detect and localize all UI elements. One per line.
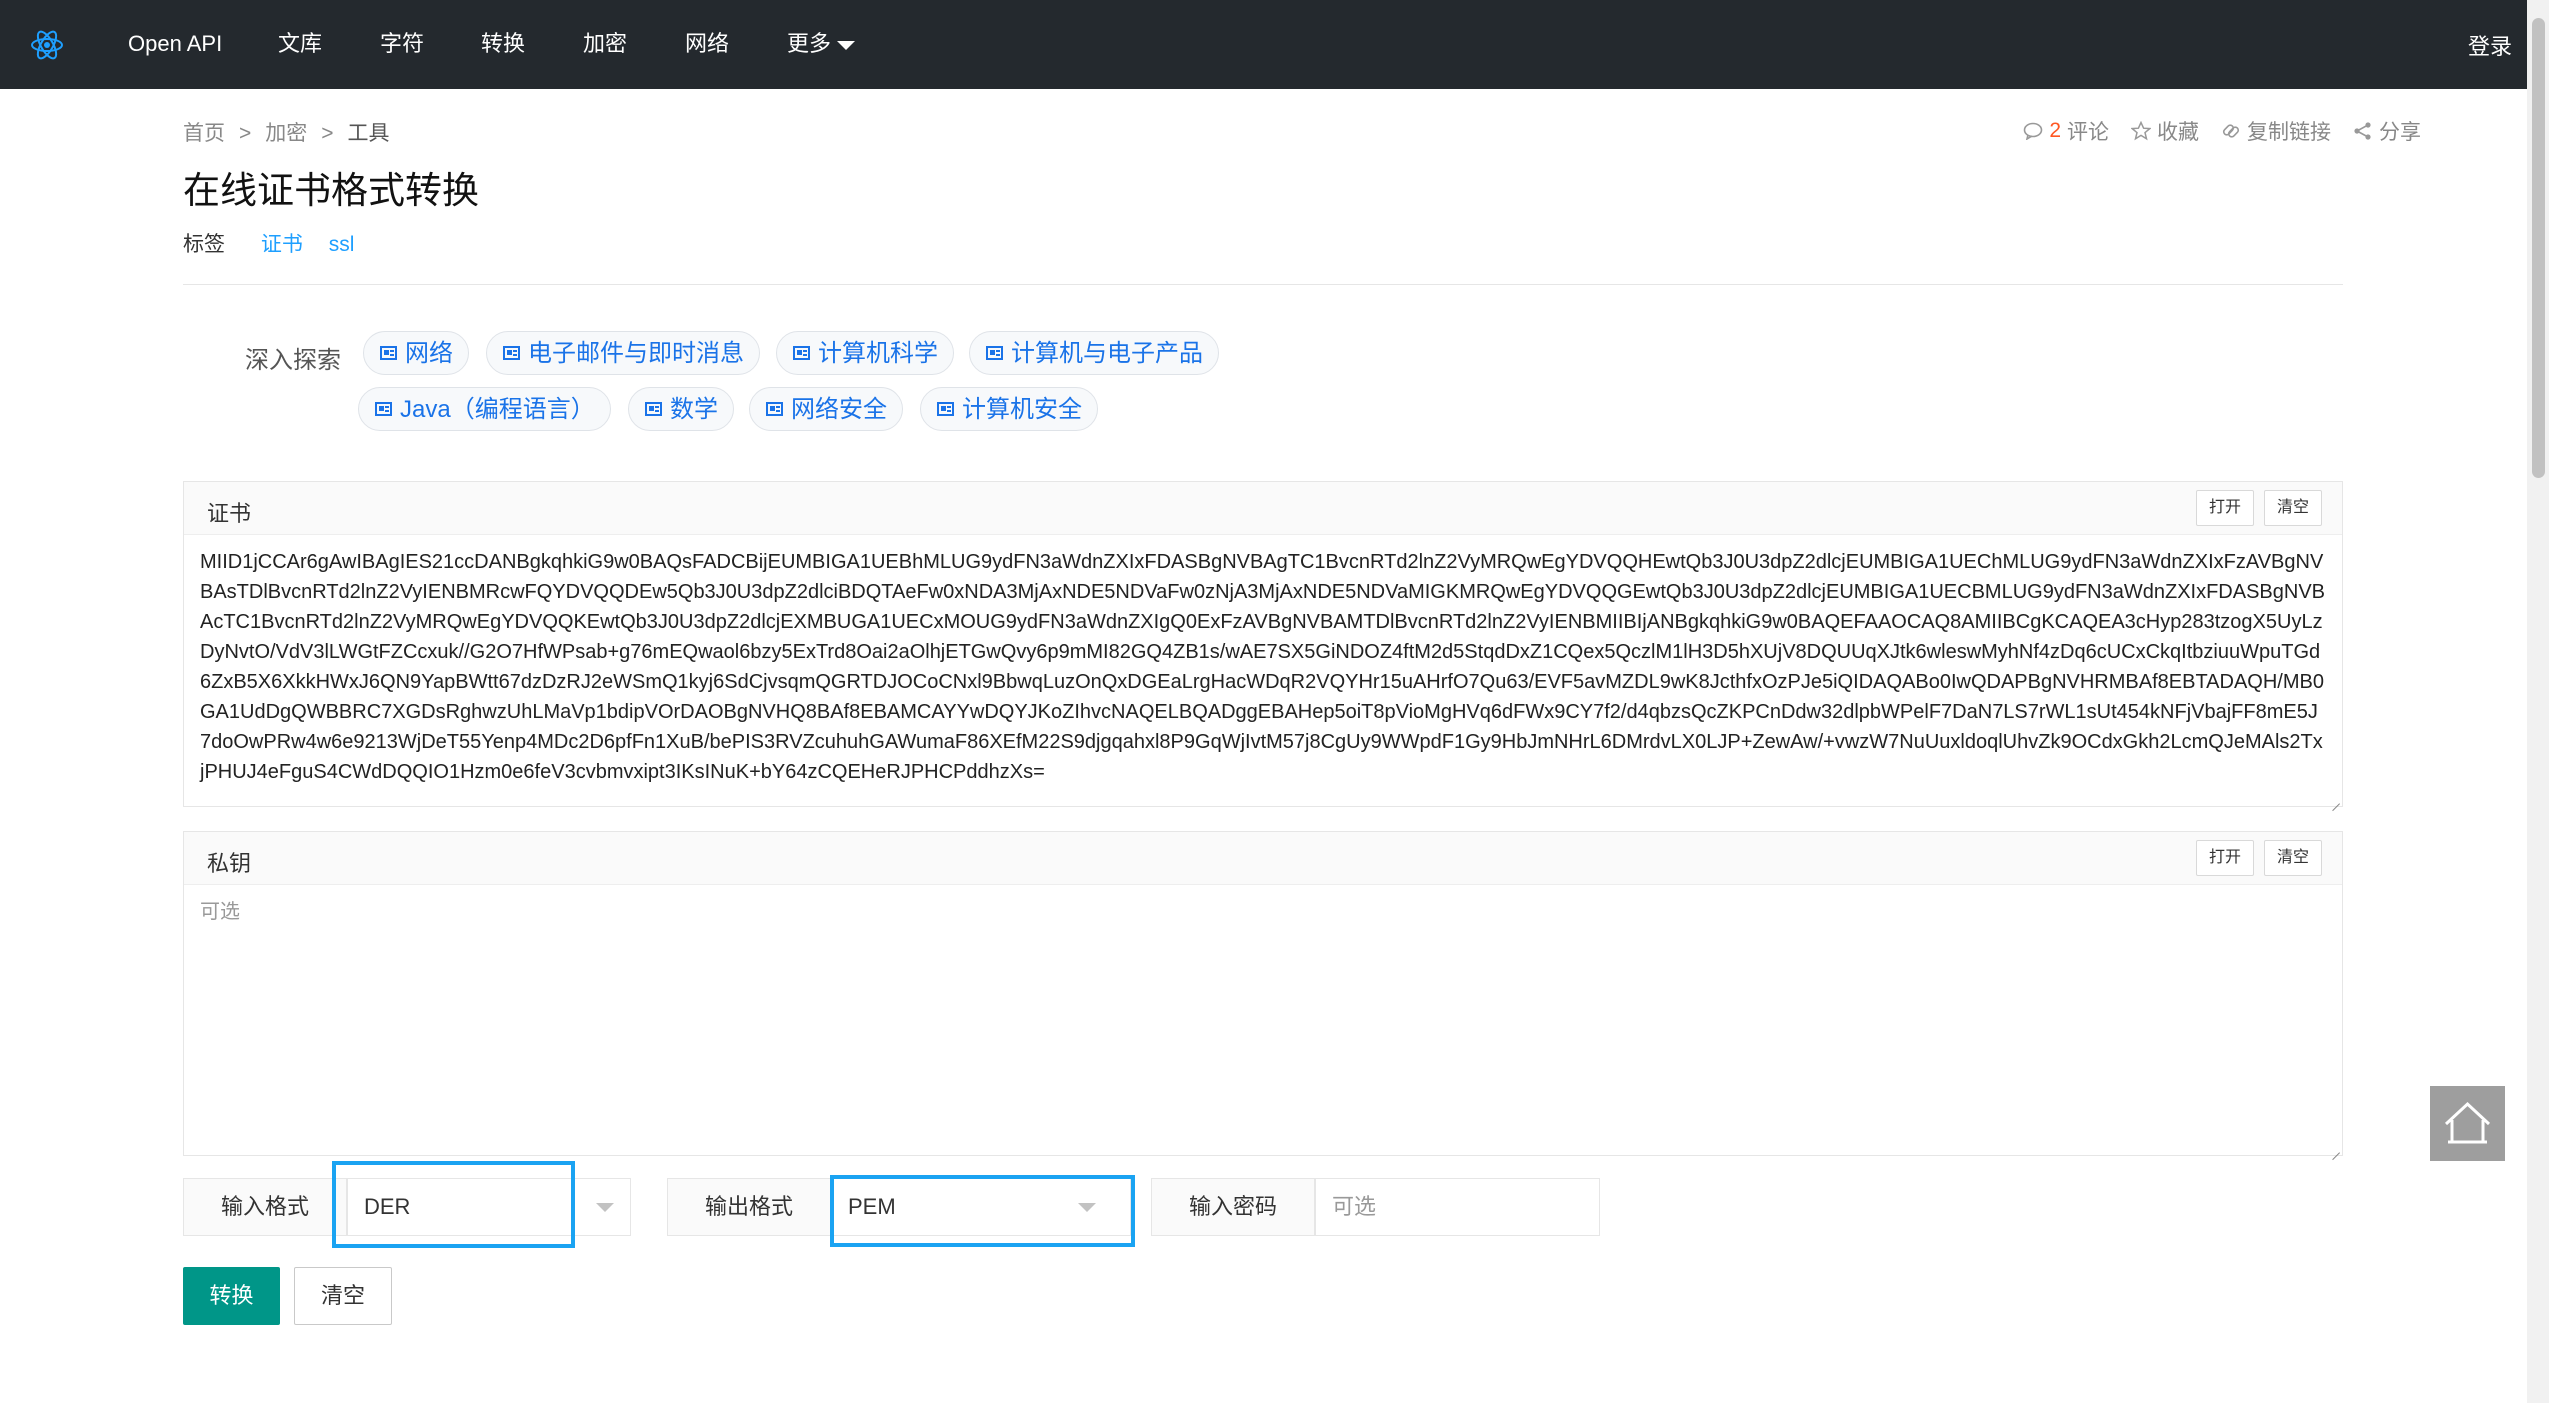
- article-icon: [380, 345, 397, 360]
- explore-chip[interactable]: 电子邮件与即时消息: [486, 331, 760, 375]
- explore-chip[interactable]: 计算机科学: [776, 331, 954, 375]
- private-key-panel-header: 私钥 打开 清空: [184, 832, 2342, 885]
- input-format-label: 输入格式: [183, 1178, 347, 1236]
- article-icon: [645, 401, 662, 416]
- certificate-panel-header: 证书 打开 清空: [184, 482, 2342, 535]
- article-icon: [766, 401, 783, 416]
- certificate-label: 证书: [207, 501, 252, 526]
- breadcrumb: 首页 > 加密 > 工具: [183, 117, 390, 147]
- tags-row: 标签 证书 ssl: [183, 228, 374, 258]
- login-link[interactable]: 登录: [2468, 29, 2512, 61]
- article-icon: [986, 345, 1003, 360]
- home-button[interactable]: [2430, 1086, 2505, 1161]
- explore-chip-label: 计算机安全: [962, 396, 1082, 423]
- nav-item-string[interactable]: 字符: [380, 29, 424, 59]
- private-key-textarea[interactable]: 可选: [184, 885, 2342, 1159]
- explore-chip-label: 网络安全: [791, 396, 887, 423]
- convert-button[interactable]: 转换: [183, 1267, 280, 1325]
- breadcrumb-current[interactable]: 工具: [348, 122, 390, 145]
- breadcrumb-category[interactable]: 加密: [265, 122, 307, 145]
- comment-label: 评论: [2067, 121, 2109, 144]
- comment-count: 2: [2049, 119, 2061, 142]
- private-key-open-button[interactable]: 打开: [2196, 840, 2254, 876]
- explore-label: 深入探索: [245, 347, 341, 374]
- explore-chip[interactable]: Java（编程语言）: [358, 387, 611, 431]
- copy-link-label: 复制链接: [2247, 121, 2331, 144]
- nav-item-open-api[interactable]: Open API: [128, 29, 222, 59]
- resize-handle-icon[interactable]: [2330, 794, 2340, 804]
- clear-button[interactable]: 清空: [294, 1267, 392, 1325]
- share-icon: [2354, 122, 2371, 140]
- certificate-clear-button[interactable]: 清空: [2264, 490, 2322, 526]
- tag-certificate[interactable]: 证书: [261, 233, 303, 256]
- share-action[interactable]: 分享: [2353, 116, 2421, 146]
- article-icon: [375, 401, 392, 416]
- output-format-label: 输出格式: [667, 1178, 831, 1236]
- nav-item-network[interactable]: 网络: [685, 29, 729, 59]
- explore-chip[interactable]: 计算机与电子产品: [969, 331, 1219, 375]
- star-icon: [2131, 121, 2151, 141]
- comment-icon: [2024, 122, 2043, 140]
- article-icon: [503, 345, 520, 360]
- chevron-down-icon: [596, 1203, 614, 1212]
- resize-handle-icon[interactable]: [2330, 1143, 2340, 1153]
- article-icon: [793, 345, 810, 360]
- chevron-down-icon: [837, 40, 856, 50]
- certificate-textarea[interactable]: MIID1jCCAr6gAwIBAgIES21ccDANBgkqhkiG9w0B…: [184, 535, 2342, 799]
- explore-chip-label: 计算机与电子产品: [1011, 340, 1203, 367]
- nav-item-more[interactable]: 更多: [787, 29, 856, 59]
- explore-chip-label: 网络: [405, 340, 453, 367]
- explore-chip[interactable]: 计算机安全: [920, 387, 1098, 431]
- certificate-open-button[interactable]: 打开: [2196, 490, 2254, 526]
- favorite-label: 收藏: [2157, 121, 2199, 144]
- private-key-label: 私钥: [207, 851, 252, 876]
- atom-logo-icon[interactable]: [30, 28, 64, 62]
- tag-ssl[interactable]: ssl: [329, 233, 355, 256]
- link-icon: [2222, 124, 2240, 138]
- share-label: 分享: [2379, 121, 2421, 144]
- explore-chip-label: 计算机科学: [818, 340, 938, 367]
- password-placeholder: 可选: [1332, 1194, 1377, 1219]
- explore-chip[interactable]: 数学: [628, 387, 734, 431]
- tags-label: 标签: [183, 233, 225, 256]
- page-title: 在线证书格式转换: [183, 170, 479, 211]
- explore-chip-label: 数学: [670, 396, 718, 423]
- certificate-panel: 证书 打开 清空 MIID1jCCAr6gAwIBAgIES21ccDANBgk…: [183, 481, 2343, 807]
- password-input[interactable]: 可选: [1315, 1178, 1600, 1236]
- comment-action[interactable]: 2 评论: [2023, 116, 2109, 146]
- breadcrumb-separator: >: [239, 122, 252, 145]
- nav-item-library[interactable]: 文库: [278, 29, 322, 59]
- private-key-placeholder: 可选: [200, 901, 240, 923]
- nav-item-convert[interactable]: 转换: [481, 29, 525, 59]
- page-actions: 2 评论 收藏 复制链接 分享: [2023, 116, 2421, 146]
- top-nav: Open API 文库 字符 转换 加密 网络 更多 登录: [0, 0, 2527, 89]
- password-label: 输入密码: [1151, 1178, 1315, 1236]
- breadcrumb-home[interactable]: 首页: [183, 122, 225, 145]
- private-key-clear-button[interactable]: 清空: [2264, 840, 2322, 876]
- home-icon: [2444, 1101, 2491, 1144]
- favorite-action[interactable]: 收藏: [2131, 116, 2199, 146]
- explore-chip[interactable]: 网络: [363, 331, 469, 375]
- copy-link-action[interactable]: 复制链接: [2221, 116, 2331, 146]
- breadcrumb-separator: >: [321, 122, 334, 145]
- private-key-panel: 私钥 打开 清空 可选: [183, 831, 2343, 1156]
- input-format-highlight: [332, 1161, 575, 1248]
- article-icon: [937, 401, 954, 416]
- scrollbar-track[interactable]: [2527, 0, 2549, 1403]
- nav-more-label: 更多: [787, 31, 832, 56]
- divider: [183, 284, 2343, 285]
- explore-chip-label: Java（编程语言）: [400, 396, 595, 423]
- explore-chip[interactable]: 网络安全: [749, 387, 903, 431]
- output-format-highlight: [830, 1175, 1135, 1247]
- explore-chip-label: 电子邮件与即时消息: [528, 340, 744, 367]
- scrollbar-thumb[interactable]: [2532, 18, 2545, 478]
- nav-item-encrypt[interactable]: 加密: [583, 29, 627, 59]
